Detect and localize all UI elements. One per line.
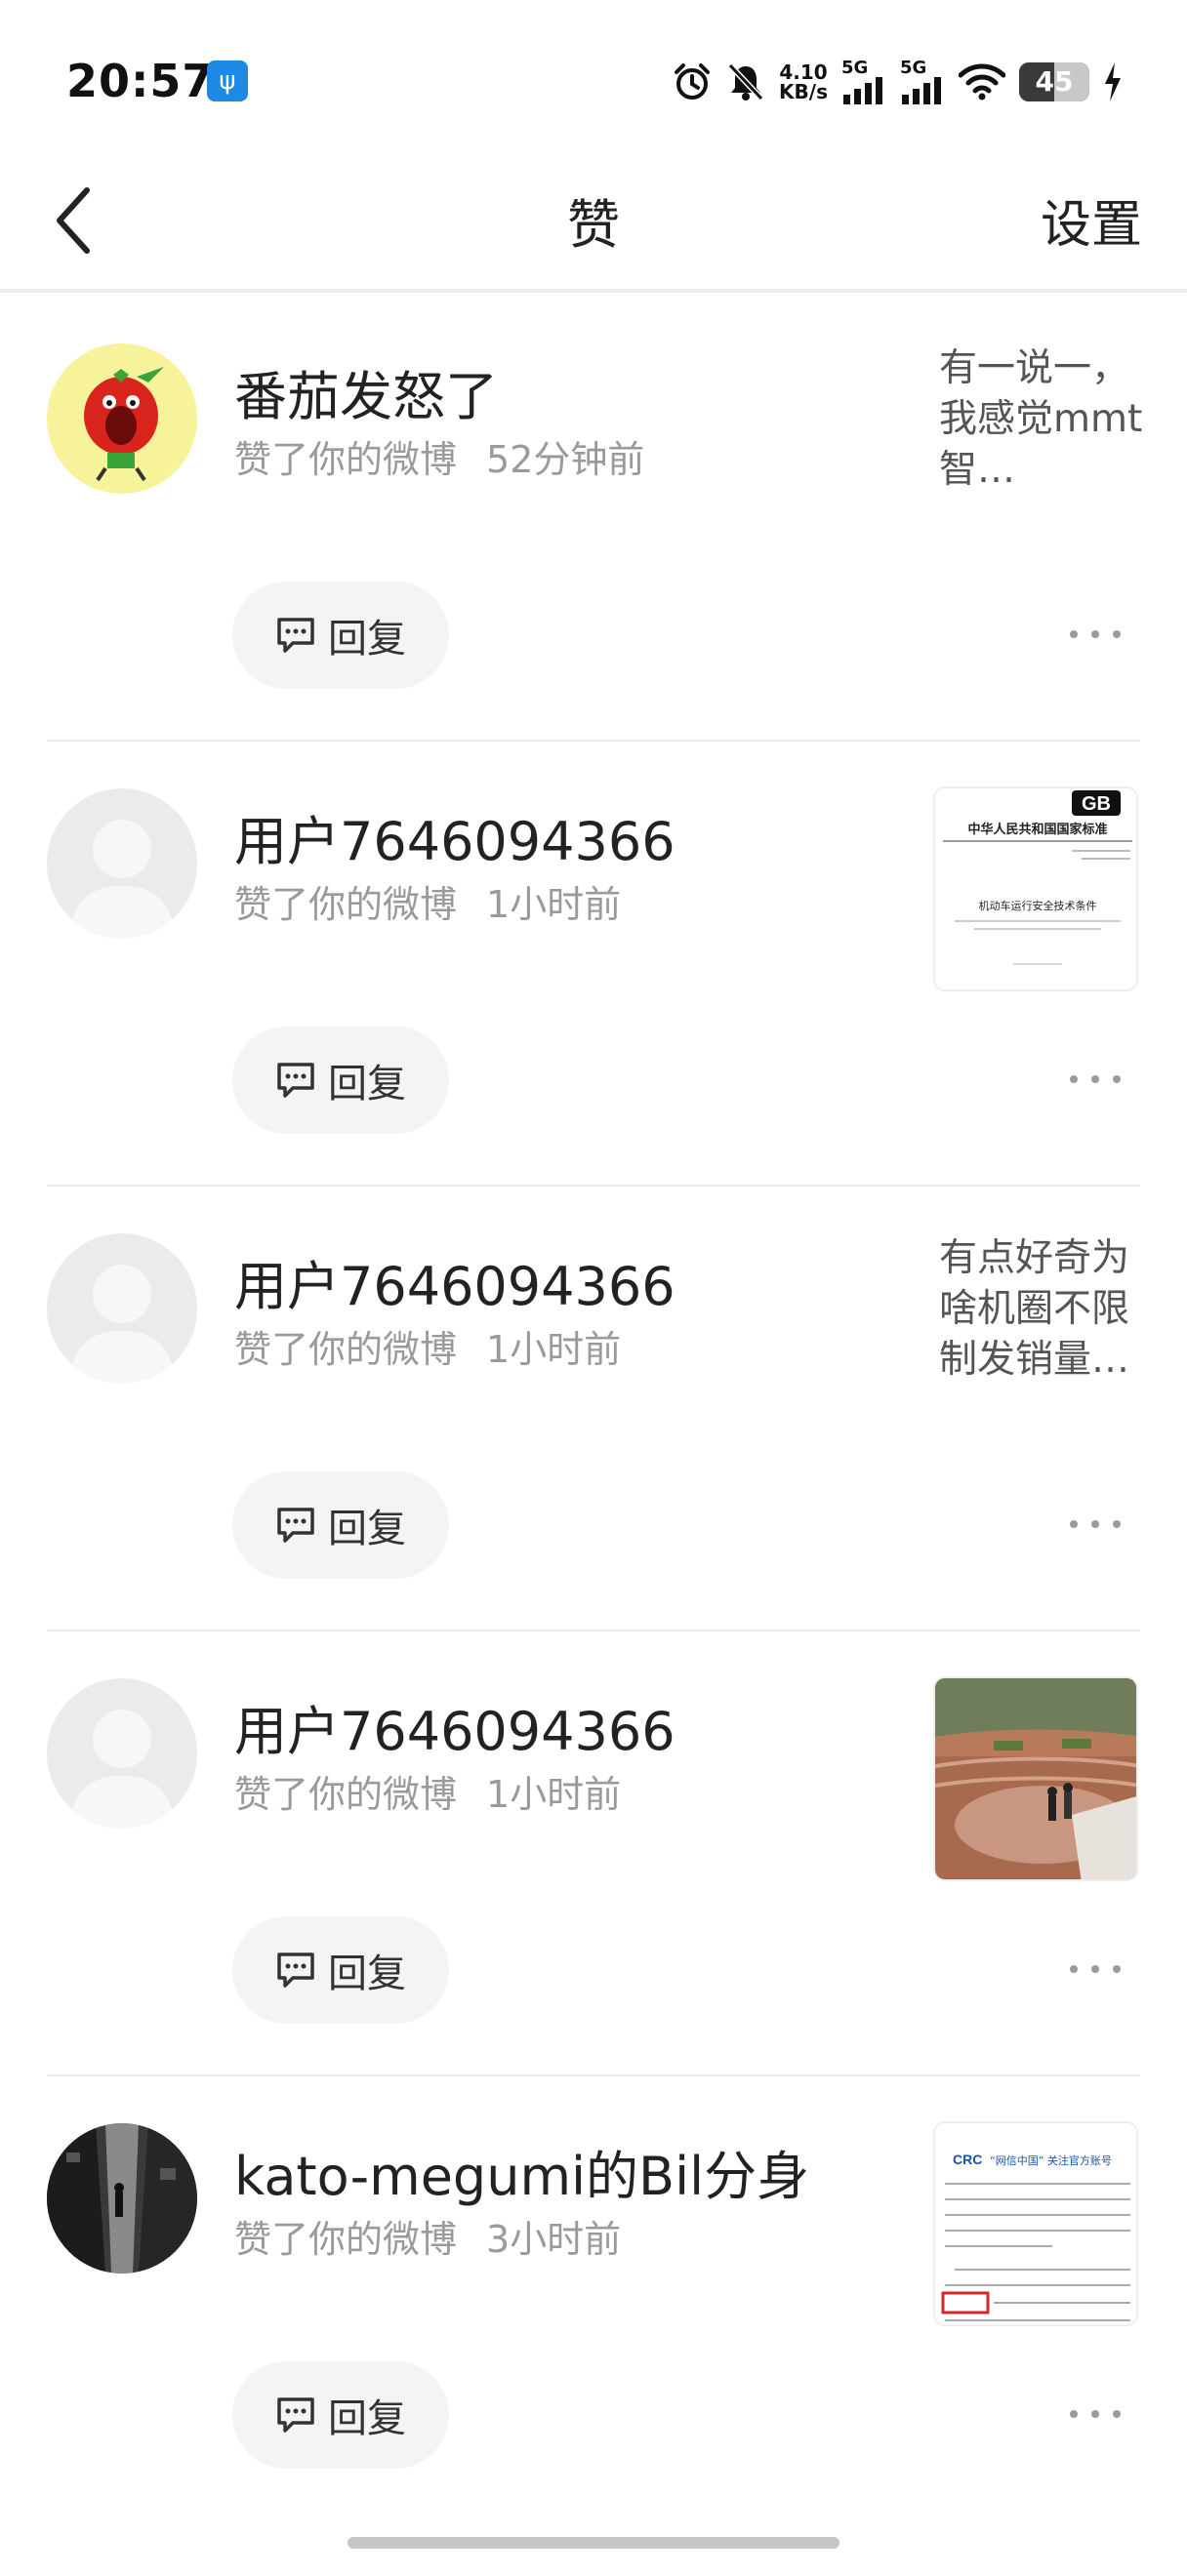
reply-button[interactable]: 回复 bbox=[232, 2361, 449, 2469]
avatar[interactable] bbox=[47, 788, 197, 939]
user-name[interactable]: kato-megumi的Bil分身 bbox=[234, 2133, 809, 2210]
timestamp: 3小时前 bbox=[486, 2218, 622, 2261]
gb-badge: GB bbox=[1082, 793, 1111, 815]
more-options-button[interactable] bbox=[1070, 615, 1121, 654]
usb-icon: ψ bbox=[207, 60, 248, 101]
charging-icon bbox=[1105, 62, 1121, 101]
reply-label: 回复 bbox=[328, 2396, 406, 2441]
crc-logo: CRC bbox=[953, 2152, 982, 2167]
article-source: “网信中国” 关注官方账号 bbox=[990, 2153, 1112, 2167]
article-thumbnail[interactable]: CRC “网信中国” 关注官方账号 bbox=[933, 2121, 1138, 2326]
status-bar: 20:57 ψ 4.10 KB/s 5G 5G 45 bbox=[0, 0, 1187, 146]
list-item[interactable]: 用户7646094366 赞了你的微博 1小时前 有点好奇为啥机圈不限制发销量… … bbox=[0, 1187, 1187, 1631]
timestamp: 1小时前 bbox=[486, 1328, 622, 1371]
comment-icon bbox=[277, 618, 314, 653]
list-item[interactable]: 番茄发怒了 赞了你的微博 52分钟前 有一说一，我感觉mmt智… 回复 bbox=[0, 297, 1187, 742]
doc-subtitle: 机动车运行安全技术条件 bbox=[979, 899, 1097, 912]
reply-button[interactable]: 回复 bbox=[232, 1471, 449, 1579]
reply-label: 回复 bbox=[328, 1952, 406, 1996]
signal-icon bbox=[902, 77, 941, 104]
net-speed: 4.10 KB/s bbox=[779, 62, 828, 101]
nav-bar: 赞 设置 bbox=[0, 146, 1187, 293]
signal-sim2: 5G bbox=[900, 60, 945, 104]
avatar[interactable] bbox=[47, 343, 197, 494]
post-preview-text[interactable]: 有一说一，我感觉mmt智… bbox=[939, 343, 1146, 496]
action-text: 赞了你的微博 bbox=[234, 883, 458, 926]
default-avatar-icon bbox=[47, 788, 197, 939]
item-meta: 赞了你的微博 1小时前 bbox=[234, 1319, 621, 1373]
wifi-icon bbox=[959, 63, 1005, 101]
list-item[interactable]: 用户7646094366 赞了你的微博 1小时前 GB 中华人民共和国国家标准 机… bbox=[0, 742, 1187, 1187]
signal-icon bbox=[843, 77, 882, 104]
item-meta: 赞了你的微博 1小时前 bbox=[234, 1764, 621, 1818]
battery-level: 45 bbox=[1035, 65, 1074, 98]
user-name[interactable]: 番茄发怒了 bbox=[234, 353, 498, 430]
likes-list: 番茄发怒了 赞了你的微博 52分钟前 有一说一，我感觉mmt智… 回复 用户764… bbox=[0, 297, 1187, 2521]
photo-thumbnail[interactable] bbox=[933, 1676, 1138, 1881]
bell-off-icon bbox=[727, 62, 764, 101]
user-name[interactable]: 用户7646094366 bbox=[234, 798, 675, 875]
action-text: 赞了你的微博 bbox=[234, 438, 458, 481]
home-indicator[interactable] bbox=[348, 2537, 839, 2549]
timestamp: 1小时前 bbox=[486, 883, 622, 926]
default-avatar-icon bbox=[47, 1678, 197, 1829]
comment-icon bbox=[277, 1063, 314, 1098]
reply-label: 回复 bbox=[328, 617, 406, 662]
avatar[interactable] bbox=[47, 1678, 197, 1829]
alarm-icon bbox=[675, 63, 711, 100]
post-preview-text[interactable]: 有点好奇为啥机圈不限制发销量… bbox=[939, 1233, 1146, 1386]
item-meta: 赞了你的微博 1小时前 bbox=[234, 874, 621, 928]
doc-heading: 中华人民共和国国家标准 bbox=[967, 822, 1107, 837]
avatar[interactable] bbox=[47, 2123, 197, 2274]
more-options-button[interactable] bbox=[1070, 1505, 1121, 1544]
user-name[interactable]: 用户7646094366 bbox=[234, 1688, 675, 1765]
timestamp: 1小时前 bbox=[486, 1773, 622, 1816]
reply-button[interactable]: 回复 bbox=[232, 1916, 449, 2024]
action-text: 赞了你的微博 bbox=[234, 2218, 458, 2261]
document-thumbnail[interactable]: GB 中华人民共和国国家标准 机动车运行安全技术条件 bbox=[933, 786, 1138, 991]
more-options-button[interactable] bbox=[1070, 1950, 1121, 1989]
list-item[interactable]: kato-megumi的Bil分身 赞了你的微博 3小时前 CRC “网信中国” … bbox=[0, 2076, 1187, 2521]
reply-button[interactable]: 回复 bbox=[232, 582, 449, 689]
reply-label: 回复 bbox=[328, 1062, 406, 1107]
settings-button[interactable]: 设置 bbox=[1041, 183, 1142, 257]
status-icons: 4.10 KB/s 5G 5G 45 bbox=[672, 55, 1123, 109]
timestamp: 52分钟前 bbox=[486, 438, 645, 481]
more-options-button[interactable] bbox=[1070, 1060, 1121, 1099]
list-item[interactable]: 用户7646094366 赞了你的微博 1小时前 回复 bbox=[0, 1631, 1187, 2076]
status-time: 20:57 bbox=[66, 55, 215, 107]
comment-icon bbox=[277, 2397, 314, 2433]
reply-button[interactable]: 回复 bbox=[232, 1026, 449, 1134]
item-meta: 赞了你的微博 3小时前 bbox=[234, 2209, 621, 2263]
net-speed-unit: KB/s bbox=[779, 80, 828, 103]
avatar[interactable] bbox=[47, 1233, 197, 1384]
default-avatar-icon bbox=[47, 1233, 197, 1384]
action-text: 赞了你的微博 bbox=[234, 1328, 458, 1371]
reply-label: 回复 bbox=[328, 1507, 406, 1551]
more-options-button[interactable] bbox=[1070, 2395, 1121, 2434]
user-name[interactable]: 用户7646094366 bbox=[234, 1243, 675, 1320]
comment-icon bbox=[277, 1952, 314, 1988]
battery-icon: 45 bbox=[1019, 62, 1089, 101]
signal-sim1: 5G bbox=[841, 60, 886, 104]
sim1-label: 5G bbox=[841, 58, 869, 78]
comment-icon bbox=[277, 1508, 314, 1543]
net-speed-value: 4.10 bbox=[779, 60, 828, 84]
item-meta: 赞了你的微博 52分钟前 bbox=[234, 429, 644, 483]
action-text: 赞了你的微博 bbox=[234, 1773, 458, 1816]
sim2-label: 5G bbox=[900, 58, 927, 78]
page-title: 赞 bbox=[567, 194, 620, 256]
